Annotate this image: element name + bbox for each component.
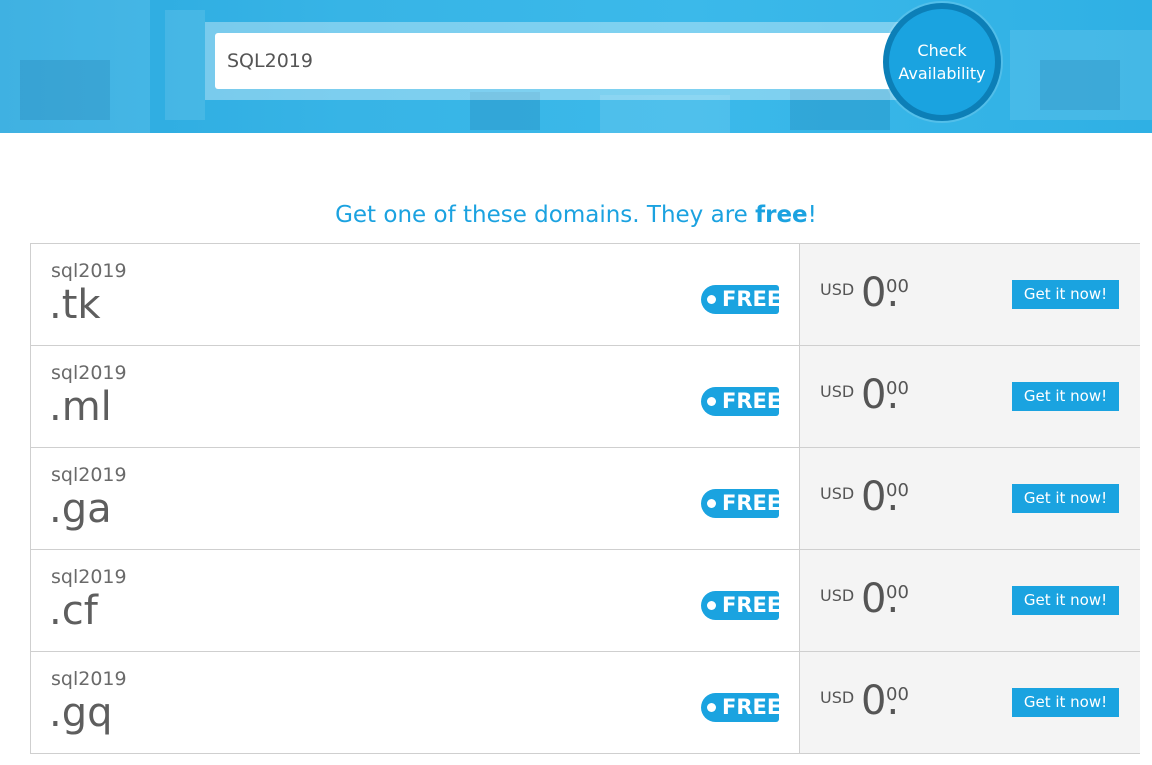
free-badge-label: FREE [722,695,782,719]
price-cents: 00 [886,378,909,399]
free-badge-label: FREE [722,491,782,515]
domain-name-cell: sql2019 .cf FREE [31,550,799,651]
headline-prefix: Get one of these domains. They are [335,202,756,228]
get-it-now-button[interactable]: Get it now! [1012,382,1119,411]
domain-sld: sql2019 [51,362,127,384]
price-currency: USD [820,586,855,605]
domain-tld: .tk [49,282,101,328]
free-badge: FREE [701,693,782,722]
domain-tld: .gq [49,690,113,736]
free-badge: FREE [701,591,782,620]
get-it-now-button[interactable]: Get it now! [1012,586,1119,615]
search-bar [205,22,905,100]
headline-emphasis: free [755,202,808,228]
price-currency: USD [820,280,855,299]
domain-sld: sql2019 [51,668,127,690]
domain-search-input[interactable] [215,33,895,89]
domain-row: sql2019 .cf FREE USD 0. 00 Get it now! [30,550,1140,652]
check-availability-label-line2: Availability [898,64,986,83]
price-cell: USD 0. 00 Get it now! [799,448,1140,549]
domain-tld: .ga [49,486,112,532]
domain-sld: sql2019 [51,566,127,588]
domain-results-table: sql2019 .tk FREE USD 0. 00 Get it now! s… [30,243,1140,754]
free-badge: FREE [701,489,782,518]
domain-name-cell: sql2019 .ga FREE [31,448,799,549]
price-cell: USD 0. 00 Get it now! [799,550,1140,651]
domain-name-cell: sql2019 .gq FREE [31,652,799,753]
dot-icon [707,601,716,610]
domain-tld: .cf [49,588,98,634]
price-cents: 00 [886,480,909,501]
price-cents: 00 [886,276,909,297]
free-badge-label: FREE [722,287,782,311]
domain-name-cell: sql2019 .ml FREE [31,346,799,447]
check-availability-button[interactable]: Check Availability [883,3,1001,121]
domain-row: sql2019 .ml FREE USD 0. 00 Get it now! [30,346,1140,448]
price-cell: USD 0. 00 Get it now! [799,244,1140,345]
hero-banner: Check Availability [0,0,1152,133]
get-it-now-button[interactable]: Get it now! [1012,484,1119,513]
free-badge: FREE [701,387,782,416]
dot-icon [707,703,716,712]
domain-row: sql2019 .ga FREE USD 0. 00 Get it now! [30,448,1140,550]
domain-row: sql2019 .tk FREE USD 0. 00 Get it now! [30,244,1140,346]
price-cents: 00 [886,582,909,603]
domain-sld: sql2019 [51,260,127,282]
get-it-now-button[interactable]: Get it now! [1012,688,1119,717]
price-cell: USD 0. 00 Get it now! [799,652,1140,753]
domain-tld: .ml [49,384,112,430]
headline-suffix: ! [807,202,817,228]
dot-icon [707,295,716,304]
price-currency: USD [820,484,855,503]
check-availability-label-line1: Check [917,41,967,60]
free-badge-label: FREE [722,593,782,617]
domain-sld: sql2019 [51,464,127,486]
get-it-now-button[interactable]: Get it now! [1012,280,1119,309]
price-currency: USD [820,382,855,401]
price-currency: USD [820,688,855,707]
price-cents: 00 [886,684,909,705]
domain-row: sql2019 .gq FREE USD 0. 00 Get it now! [30,652,1140,754]
dot-icon [707,397,716,406]
domain-name-cell: sql2019 .tk FREE [31,244,799,345]
free-domains-headline: Get one of these domains. They are free! [0,202,1152,228]
free-badge-label: FREE [722,389,782,413]
dot-icon [707,499,716,508]
free-badge: FREE [701,285,782,314]
price-cell: USD 0. 00 Get it now! [799,346,1140,447]
